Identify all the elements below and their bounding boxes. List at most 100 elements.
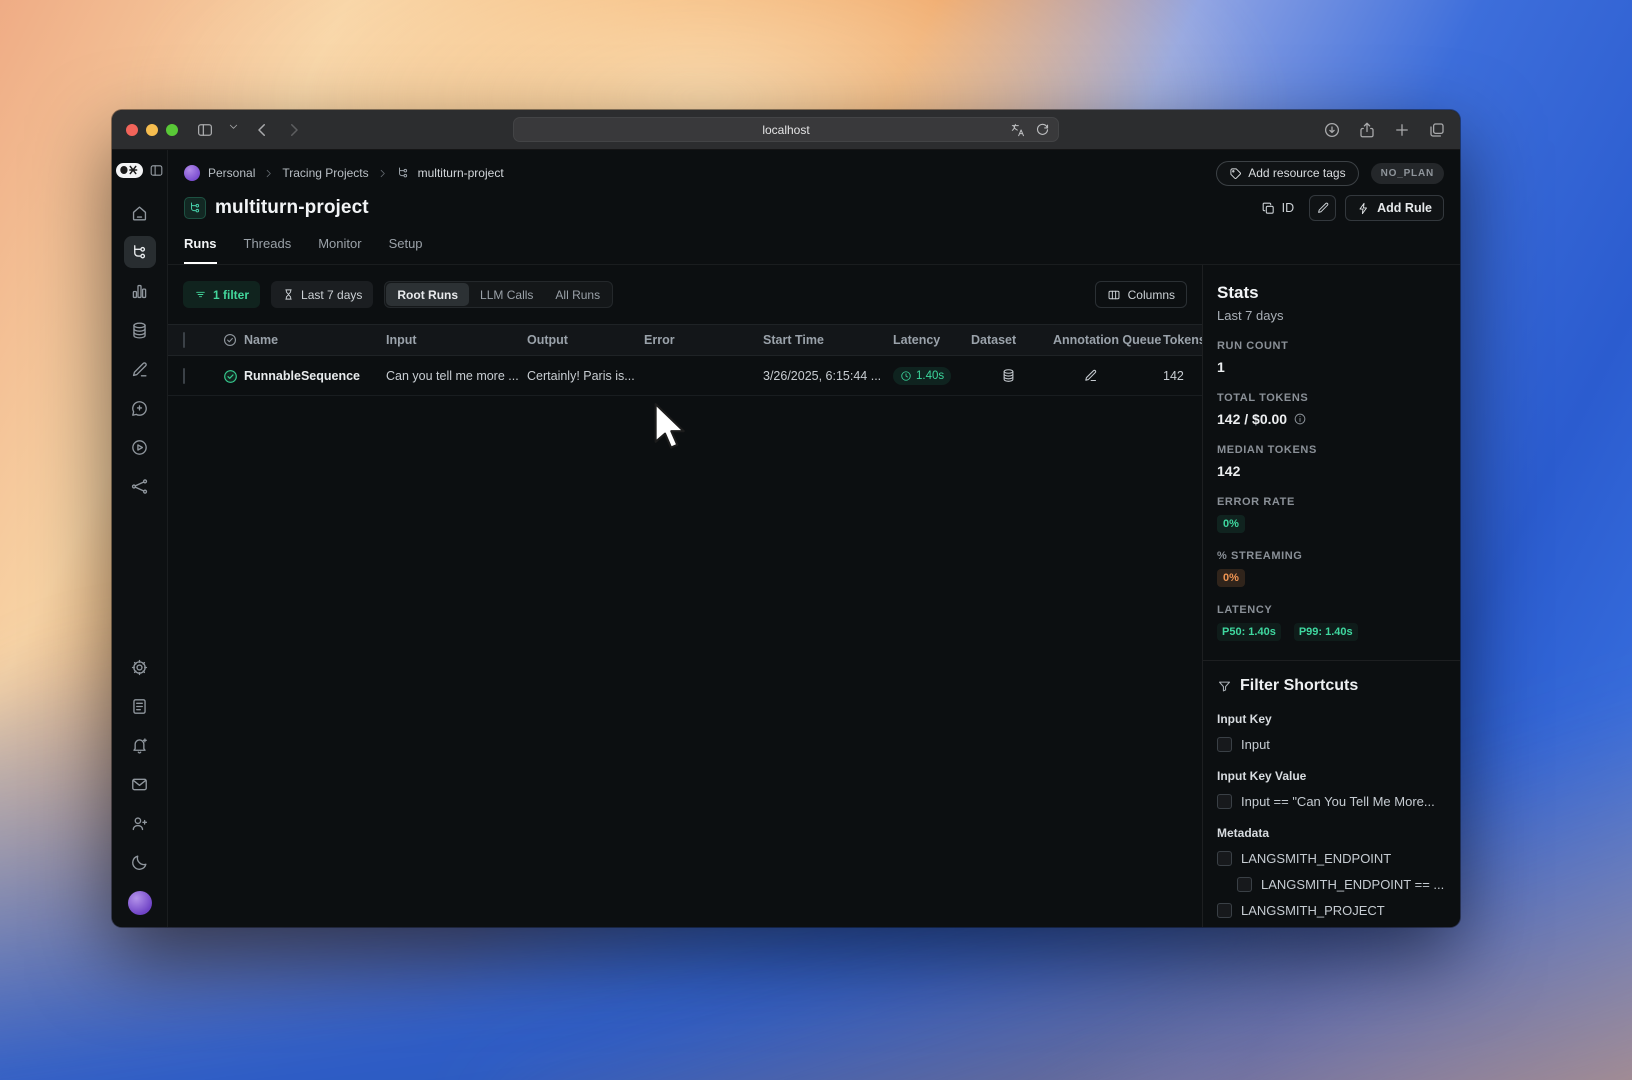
sidebar-item-settings[interactable] [124,651,156,683]
sidebar-item-invite[interactable] [124,807,156,839]
sidebar-item-notifications[interactable] [124,729,156,761]
segment-all-runs[interactable]: All Runs [544,283,611,306]
chevron-down-icon[interactable] [228,121,239,139]
copy-id-button[interactable]: ID [1255,195,1301,221]
info-icon[interactable] [1293,412,1307,426]
date-range-label: Last 7 days [301,287,363,302]
sidebar-item-monitoring[interactable] [124,275,156,307]
browser-titlebar: localhost [112,110,1460,150]
project-icon [184,197,206,219]
table-header: Name Input Output Error Start Time Laten… [168,324,1202,356]
columns-button[interactable]: Columns [1094,281,1187,308]
forward-icon[interactable] [285,121,303,139]
shortcut-label: LANGSMITH_PROJECT [1241,903,1385,918]
user-avatar[interactable] [127,891,152,915]
runs-table-area: 1 filter Last 7 days Root Runs LLM Calls… [168,265,1202,927]
sidebar-toggle-icon[interactable] [196,121,214,139]
sidebar-item-docs[interactable] [124,690,156,722]
shortcut-checkbox[interactable] [1217,737,1232,752]
annotation-action-button[interactable] [1053,368,1163,383]
sidebar-item-home[interactable] [124,197,156,229]
col-latency[interactable]: Latency [893,333,971,347]
tab-setup[interactable]: Setup [389,236,423,264]
shortcut-checkbox[interactable] [1217,903,1232,918]
breadcrumb-project[interactable]: multiturn-project [418,166,504,180]
minimize-window-button[interactable] [146,123,158,136]
date-range-button[interactable]: Last 7 days [271,281,374,308]
dataset-action-button[interactable] [971,368,1053,383]
shortcut-checkbox[interactable] [1237,877,1252,892]
select-all-checkbox[interactable] [183,332,185,348]
collapse-sidebar-icon[interactable] [149,163,164,178]
zoom-window-button[interactable] [166,123,178,136]
shortcut-checkbox[interactable] [1217,794,1232,809]
tab-threads[interactable]: Threads [244,236,292,264]
filter-shortcuts-title: Filter Shortcuts [1240,677,1359,694]
edit-name-button[interactable] [1309,195,1337,221]
share-icon[interactable] [1358,121,1376,139]
col-error[interactable]: Error [644,333,763,347]
sidebar-item-prompts[interactable] [124,392,156,424]
col-annotation-queue[interactable]: Annotation Queue [1053,333,1163,347]
sidebar-item-feedback[interactable] [124,768,156,800]
traffic-lights [126,123,178,136]
tab-runs[interactable]: Runs [184,236,217,264]
run-name[interactable]: RunnableSequence [244,369,386,383]
col-tokens[interactable]: Tokens [1163,333,1202,347]
group-metadata: Metadata [1217,826,1270,840]
latency-value: 1.40s [916,369,945,382]
col-start-time[interactable]: Start Time [763,333,893,347]
chevron-right-icon [380,169,385,177]
sidebar-item-theme[interactable] [124,846,156,878]
row-checkbox[interactable] [183,367,185,384]
stats-panel: Stats Last 7 days RUN COUNT 1 TOTAL TOKE… [1202,265,1460,927]
back-icon[interactable] [253,121,271,139]
breadcrumb-personal[interactable]: Personal [208,166,255,180]
streaming-label: % STREAMING [1217,550,1303,562]
add-rule-button[interactable]: Add Rule [1345,195,1444,221]
translate-icon[interactable] [1010,122,1026,138]
invite-icon [130,814,149,833]
close-window-button[interactable] [126,123,138,136]
col-name[interactable]: Name [244,333,386,347]
langsmith-logo[interactable] [115,162,143,178]
reload-icon[interactable] [1035,122,1050,138]
sidebar-item-annotation[interactable] [124,353,156,385]
shortcut-langsmith-endpoint-value[interactable]: LANGSMITH_ENDPOINT == ... [1237,877,1446,892]
lightning-icon [1359,202,1368,214]
sidebar-item-tracing-projects[interactable] [123,236,156,268]
run-count-label: RUN COUNT [1217,340,1289,352]
shortcut-langsmith-project[interactable]: LANGSMITH_PROJECT [1217,903,1446,918]
sidebar-item-playground[interactable] [124,431,156,463]
download-icon[interactable] [1323,121,1341,139]
sidebar-item-datasets[interactable] [124,314,156,346]
shortcut-input[interactable]: Input [1217,737,1446,752]
col-dataset[interactable]: Dataset [971,333,1053,347]
shortcut-langsmith-endpoint[interactable]: LANGSMITH_ENDPOINT [1217,851,1446,866]
col-input[interactable]: Input [386,333,527,347]
segment-root-runs[interactable]: Root Runs [386,283,470,306]
tab-monitor[interactable]: Monitor [318,236,361,264]
run-input: Can you tell me more ... [386,368,519,383]
error-rate-badge: 0% [1217,515,1245,533]
funnel-icon [1217,679,1232,694]
hourglass-icon [285,289,292,300]
new-tab-icon[interactable] [1393,121,1411,139]
table-row[interactable]: RunnableSequence Can you tell me more ..… [168,356,1202,396]
add-resource-tags-button[interactable]: Add resource tags [1216,160,1359,186]
shortcut-checkbox[interactable] [1217,851,1232,866]
run-tokens: 142 [1163,368,1184,383]
sidebar-item-deployments[interactable] [124,470,156,502]
filter-lines-icon [196,291,205,298]
segment-llm-calls[interactable]: LLM Calls [469,283,544,306]
latency-badge: 1.40s [893,366,952,385]
col-output[interactable]: Output [527,333,644,347]
tab-overview-icon[interactable] [1428,121,1446,139]
address-bar[interactable]: localhost [513,117,1059,142]
tag-icon [1230,167,1242,179]
breadcrumb-tracing-projects[interactable]: Tracing Projects [282,166,368,180]
prompts-icon [130,399,149,418]
shortcut-input-value[interactable]: Input == "Can You Tell Me More... [1217,794,1446,809]
filter-count-button[interactable]: 1 filter [183,281,261,308]
median-tokens-label: MEDIAN TOKENS [1217,444,1317,456]
